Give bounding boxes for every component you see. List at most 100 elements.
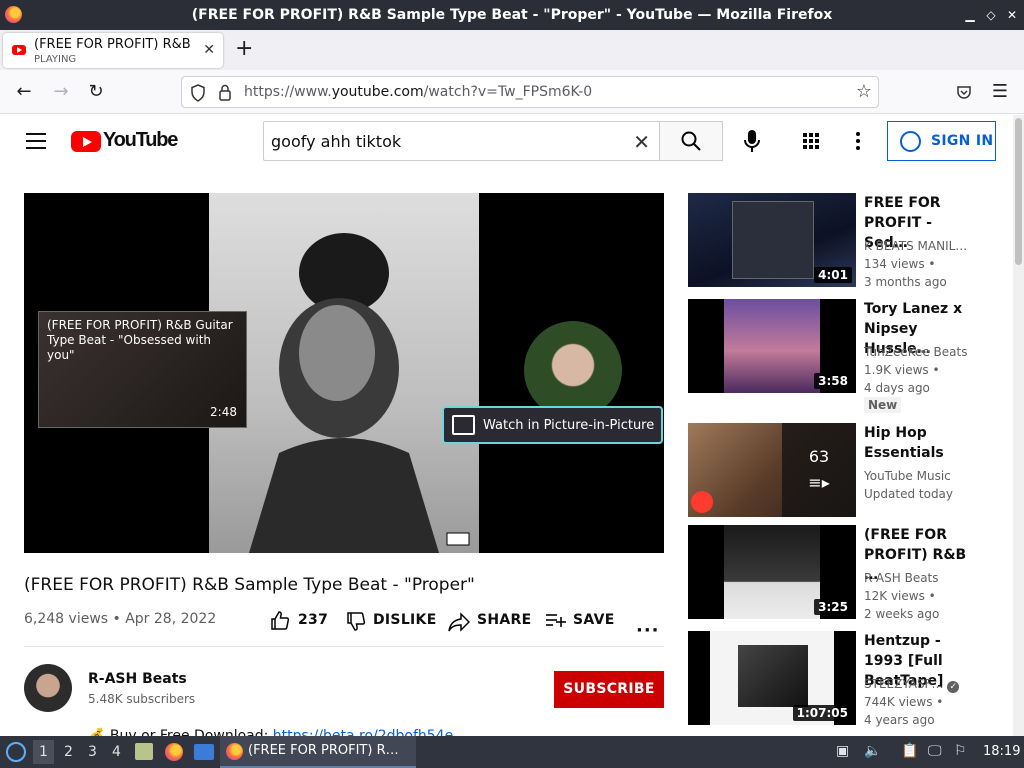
taskbar-task-firefox[interactable]: (FREE FOR PROFIT) R…	[220, 736, 416, 768]
url-bar[interactable]: https://www.youtube.com/watch?v=Tw_FPSm6…	[181, 76, 879, 108]
clipboard-icon[interactable]: 📋	[901, 743, 918, 759]
video-duration: 3:58	[814, 373, 852, 389]
settings-more-icon[interactable]	[856, 132, 860, 153]
taskbar: 1 2 3 4 (FREE FOR PROFIT) R… ▣ 🔈 📋 🖵 ⚐ 1…	[0, 736, 1024, 768]
browser-tab[interactable]: (FREE FOR PROFIT) R&B PLAYING ✕	[3, 33, 223, 68]
video-thumbnail[interactable]: 1:07:05	[688, 631, 856, 725]
endscreen-channel-avatar[interactable]	[524, 321, 622, 419]
playlist-icon: ≡▸	[808, 473, 830, 492]
apps-grid-icon[interactable]	[803, 133, 820, 150]
channel-avatar[interactable]	[24, 664, 72, 712]
clear-search-icon[interactable]: ✕	[633, 130, 650, 154]
video-thumbnail[interactable]: 3:58	[688, 299, 856, 393]
youtube-play-icon	[71, 131, 101, 152]
recommended-playlist[interactable]: 63 ≡▸ Hip Hop Essentials YouTube Music U…	[688, 423, 978, 523]
video-title: (FREE FOR PROFIT) R&B Sample Type Beat -…	[24, 575, 475, 595]
subscribe-button[interactable]: SUBSCRIBE	[554, 671, 664, 708]
new-tab-icon[interactable]: +	[235, 36, 253, 61]
minimize-icon[interactable]: ▁	[961, 6, 979, 24]
account-icon	[900, 131, 921, 152]
thumbs-up-icon	[271, 611, 290, 630]
recommended-age: 4 years ago	[864, 713, 935, 727]
dislike-label: DISLIKE	[373, 612, 437, 628]
save-playlist-icon	[546, 614, 566, 627]
playlist-thumbnail[interactable]: 63 ≡▸	[688, 423, 856, 517]
forward-icon[interactable]: →	[49, 80, 73, 104]
video-meta: 6,248 views • Apr 28, 2022	[24, 611, 217, 627]
recommended-views: 134 views •	[864, 257, 936, 271]
recommended-age: 4 days ago	[864, 381, 930, 395]
recommended-channel[interactable]: STEEZYASF… ✓	[864, 677, 960, 693]
recommended-video[interactable]: 1:07:05 Hentzup - 1993 [Full BeatTape] S…	[688, 631, 978, 731]
recommended-views: 12K views •	[864, 589, 936, 603]
tray-box-icon[interactable]: ▣	[836, 743, 849, 759]
shield-icon[interactable]	[190, 84, 206, 102]
youtube-favicon-icon	[12, 45, 26, 55]
recommended-title[interactable]: Hip Hop Essentials	[864, 423, 974, 463]
microphone-icon[interactable]	[737, 126, 767, 156]
playlist-overlay: 63 ≡▸	[782, 423, 856, 517]
workspace-4[interactable]: 4	[112, 744, 121, 760]
workspace-1[interactable]: 1	[33, 740, 54, 764]
search-icon	[681, 131, 701, 151]
sign-in-button[interactable]: SIGN IN	[887, 121, 996, 161]
endcard-title: (FREE FOR PROFIT) R&B Guitar Type Beat -…	[47, 318, 233, 362]
close-tab-icon[interactable]: ✕	[203, 42, 215, 58]
navigation-bar: ← → ↻ https://www.youtube.com/watch?v=Tw…	[0, 70, 1024, 114]
playlist-count: 63	[808, 447, 830, 466]
firefox-launcher-icon[interactable]	[165, 743, 183, 761]
divider	[24, 646, 664, 647]
search-input[interactable]: goofy ahh tiktok ✕	[263, 121, 660, 161]
hamburger-menu-icon[interactable]: ☰	[988, 80, 1012, 104]
video-thumbnail[interactable]: 3:25	[688, 525, 856, 619]
reload-icon[interactable]: ↻	[84, 80, 108, 104]
recommended-video[interactable]: 3:25 (FREE FOR PROFIT) R&B … R-ASH Beats…	[688, 525, 978, 625]
recommended-channel[interactable]: K BEATS MANIL…	[864, 239, 967, 253]
like-count: 237	[298, 612, 329, 628]
firefox-task-icon	[226, 743, 243, 760]
search-button[interactable]	[659, 121, 723, 161]
save-label: SAVE	[573, 612, 615, 628]
share-icon	[448, 612, 470, 632]
network-icon[interactable]: ⚐	[954, 743, 967, 759]
recommended-channel[interactable]: YouTube Music	[864, 469, 951, 483]
recommended-video[interactable]: 4:01 FREE FOR PROFIT - Sed… K BEATS MANI…	[688, 193, 978, 293]
recommended-views: 744K views •	[864, 695, 944, 709]
workspace-2[interactable]: 2	[64, 744, 73, 760]
start-menu-icon[interactable]	[6, 742, 26, 762]
pocket-icon[interactable]	[956, 84, 972, 100]
pip-icon	[452, 415, 475, 435]
recommended-channel[interactable]: R-ASH Beats	[864, 571, 939, 585]
desktop-icon[interactable]	[194, 744, 214, 760]
endscreen-video-card[interactable]: (FREE FOR PROFIT) R&B Guitar Type Beat -…	[38, 311, 247, 428]
channel-name[interactable]: R-ASH Beats	[88, 671, 187, 687]
tab-status: PLAYING	[34, 54, 77, 65]
verified-icon: ✓	[947, 681, 960, 693]
bookmark-star-icon[interactable]: ☆	[856, 81, 872, 102]
video-duration: 3:25	[814, 599, 852, 615]
recommended-video[interactable]: 3:58 Tory Lanez x Nipsey Hussle… TuhZeeK…	[688, 299, 978, 413]
guide-menu-icon[interactable]	[26, 133, 46, 154]
close-window-icon[interactable]: ✕	[1003, 6, 1021, 24]
file-manager-icon[interactable]	[135, 743, 153, 760]
tab-strip: (FREE FOR PROFIT) R&B PLAYING ✕ +	[0, 30, 1024, 70]
recommended-age: 3 months ago	[864, 275, 947, 289]
scrollbar-thumb[interactable]	[1015, 118, 1022, 265]
volume-icon[interactable]: 🔈	[864, 743, 881, 759]
back-icon[interactable]: ←	[12, 80, 36, 104]
window-title: (FREE FOR PROFIT) R&B Sample Type Beat -…	[191, 7, 833, 23]
video-duration: 4:01	[814, 267, 852, 283]
url-text: https://www.youtube.com/watch?v=Tw_FPSm6…	[244, 84, 593, 100]
more-actions-icon[interactable]: ···	[636, 620, 660, 641]
workspace-3[interactable]: 3	[88, 744, 97, 760]
display-icon[interactable]: 🖵	[928, 743, 942, 759]
restore-icon[interactable]: ◇	[982, 6, 1000, 24]
lock-icon[interactable]	[218, 84, 232, 101]
recommended-channel[interactable]: TuhZeeKee Beats	[864, 345, 967, 359]
page-scrollbar[interactable]	[1013, 115, 1024, 736]
recommended-updated: Updated today	[864, 487, 954, 501]
subscriber-count: 5.48K subscribers	[88, 692, 196, 706]
video-thumbnail[interactable]: 4:01	[688, 193, 856, 287]
window-titlebar: (FREE FOR PROFIT) R&B Sample Type Beat -…	[0, 0, 1024, 30]
picture-in-picture-button[interactable]: Watch in Picture-in-Picture	[442, 406, 663, 444]
